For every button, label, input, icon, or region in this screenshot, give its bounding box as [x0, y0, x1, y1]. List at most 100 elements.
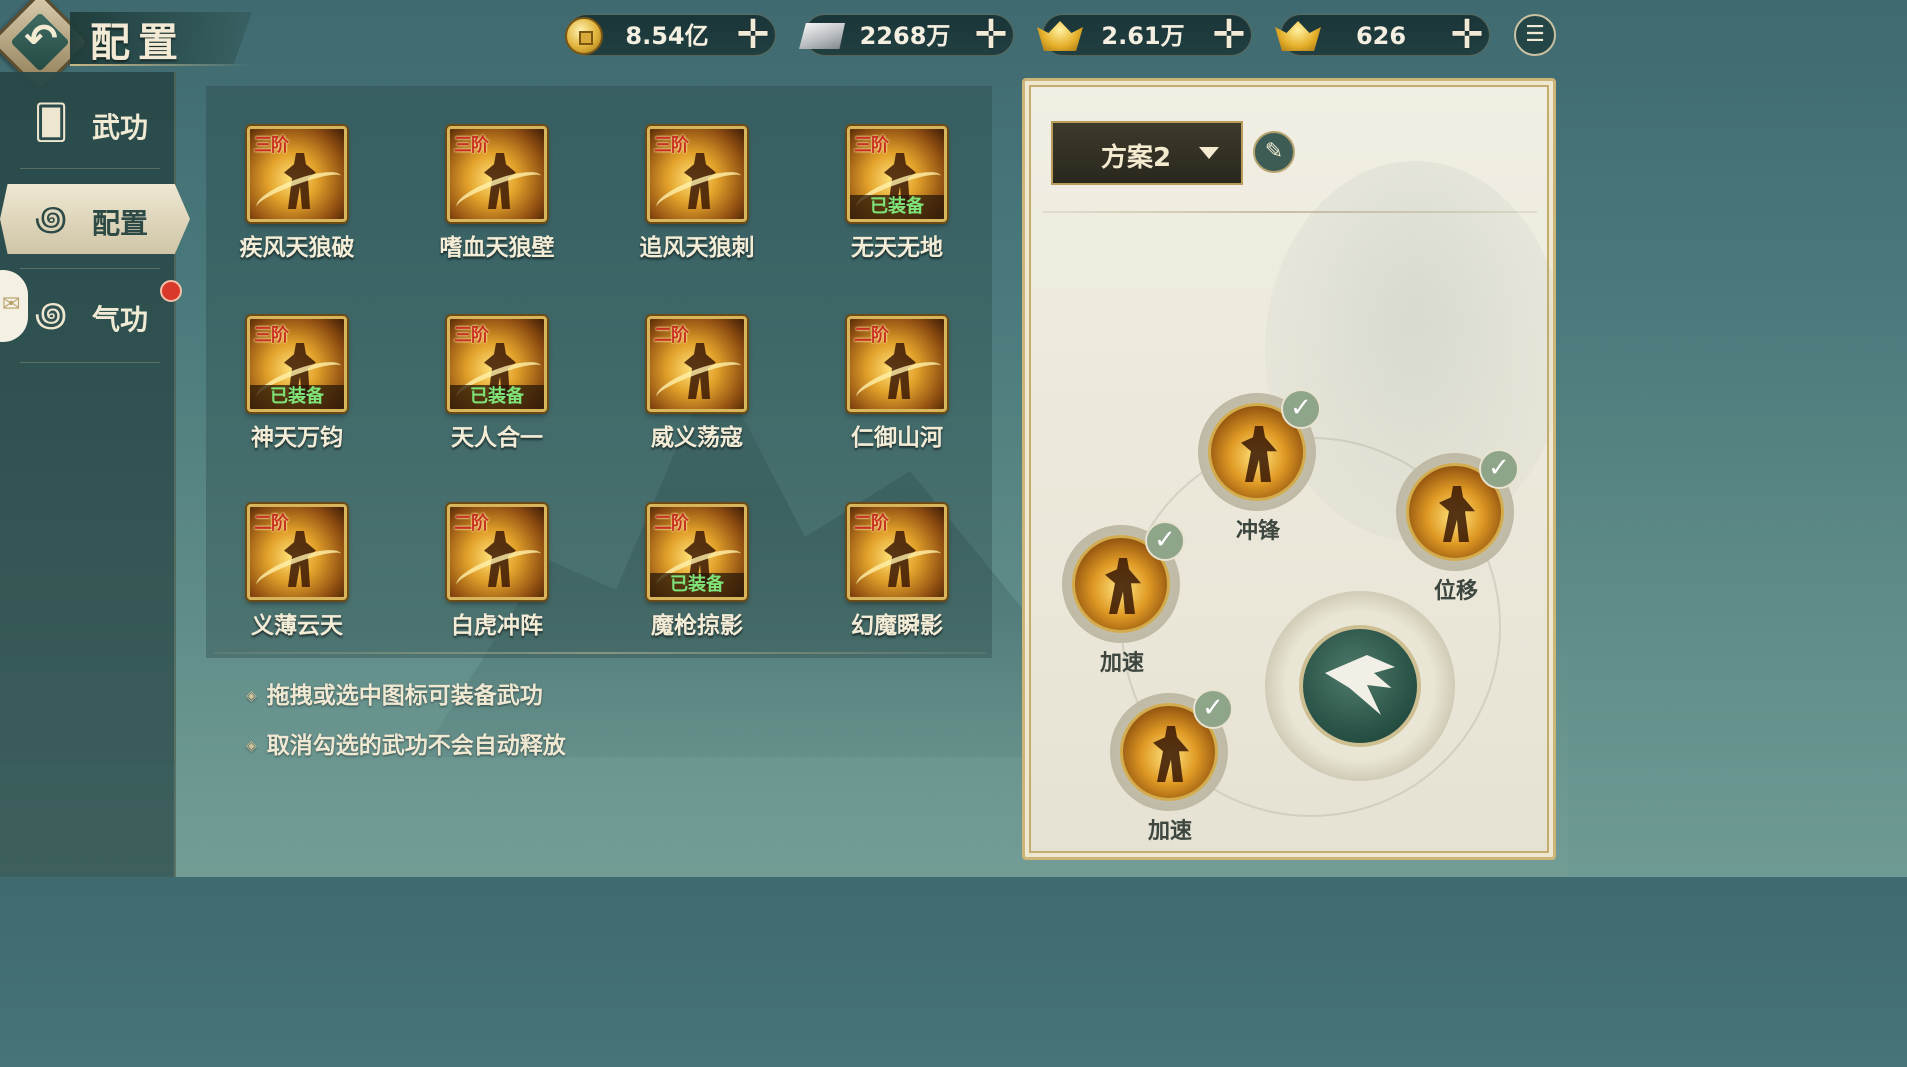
- skill-card[interactable]: 二阶 已装备 魔枪掠影: [616, 504, 776, 654]
- back-arrow-icon[interactable]: ↶: [18, 16, 64, 62]
- diamond-icon: ◈: [246, 738, 257, 754]
- plus-icon[interactable]: ✛: [971, 15, 1011, 56]
- skill-name: 无天无地: [851, 235, 943, 261]
- sidebar-item-peizhi[interactable]: ꩜ 配置: [0, 184, 190, 254]
- skill-card[interactable]: 二阶 仁御山河: [816, 316, 976, 466]
- diamond-icon: ◈: [246, 688, 257, 704]
- skill-rank: 三阶: [254, 325, 289, 346]
- skill-slot-speed-1[interactable]: ✓ 加速: [1057, 521, 1187, 676]
- check-icon[interactable]: ✓: [1479, 449, 1519, 489]
- skill-card[interactable]: 三阶 嗜血天狼壁: [416, 126, 576, 276]
- skill-slot-speed-2[interactable]: ✓ 加速: [1105, 689, 1235, 844]
- sidebar-item-wugong[interactable]: 🂠 武功: [0, 88, 176, 158]
- skill-icon: 二阶: [247, 504, 347, 600]
- tip-text: 取消勾选的武功不会自动释放: [266, 733, 566, 759]
- scheme-value: 方案2: [1101, 143, 1172, 173]
- skill-icon: 二阶 已装备: [647, 504, 747, 600]
- skill-name: 仁御山河: [851, 425, 943, 451]
- edge-tab-icon: ✉: [2, 292, 21, 317]
- plus-icon[interactable]: ✛: [733, 15, 773, 56]
- skill-card[interactable]: 三阶 疾风天狼破: [216, 126, 376, 276]
- sword-attack-icon: [1299, 625, 1421, 747]
- cards-icon: 🂠: [33, 103, 69, 143]
- skill-card[interactable]: 三阶 已装备 神天万钧: [216, 316, 376, 466]
- currency-copper: 8.54亿 ✛: [565, 14, 776, 56]
- skill-name: 嗜血天狼壁: [439, 235, 555, 261]
- plus-icon[interactable]: ✛: [1209, 15, 1249, 56]
- skill-name: 追风天狼刺: [639, 235, 755, 261]
- sidebar-divider: [20, 268, 160, 269]
- list-menu-icon[interactable]: ☰: [1514, 14, 1556, 56]
- page-title: 配置: [90, 19, 186, 66]
- skill-name: 威义荡寇: [651, 425, 743, 451]
- skill-slot-charge[interactable]: ✓ 冲锋: [1193, 389, 1323, 544]
- skill-icon: 三阶 已装备: [847, 126, 947, 222]
- skill-card[interactable]: 二阶 义薄云天: [216, 504, 376, 654]
- equipped-label: 已装备: [250, 385, 344, 409]
- skill-card[interactable]: 三阶 追风天狼刺: [616, 126, 776, 276]
- skill-rank: 三阶: [454, 325, 489, 346]
- tip-text: 拖拽或选中图标可装备武功: [266, 683, 543, 709]
- currency-silver: 2268万 ✛: [799, 14, 1014, 56]
- tip-line: ◈ 取消勾选的武功不会自动释放: [246, 726, 566, 760]
- skill-card[interactable]: 二阶 威义荡寇: [616, 316, 776, 466]
- currency-value: 2.61万: [1101, 22, 1185, 50]
- skill-slot-displace[interactable]: ✓ 位移: [1391, 449, 1521, 604]
- check-icon[interactable]: ✓: [1281, 389, 1321, 429]
- skill-card[interactable]: 二阶 幻魔瞬影: [816, 504, 976, 654]
- skill-rank: 二阶: [254, 513, 289, 534]
- skill-name: 神天万钧: [251, 425, 343, 451]
- tip-line: ◈ 拖拽或选中图标可装备武功: [246, 676, 543, 710]
- chevron-down-icon: [1199, 147, 1219, 159]
- skill-card[interactable]: 三阶 已装备 无天无地: [816, 126, 976, 276]
- plus-icon[interactable]: ✛: [1447, 15, 1487, 56]
- scheme-dropdown[interactable]: 方案2: [1051, 121, 1243, 185]
- skill-icon: 三阶: [647, 126, 747, 222]
- silver-ingot-icon: [797, 11, 847, 61]
- currency-value: 626: [1355, 22, 1407, 50]
- check-icon[interactable]: ✓: [1145, 521, 1185, 561]
- sidebar: 🂠 武功 ꩜ 配置 ꩜ 气功: [0, 72, 190, 877]
- sidebar-item-label: 武功: [92, 111, 149, 144]
- grid-divider: [214, 652, 986, 654]
- slot-label: 加速: [1147, 819, 1192, 844]
- skill-rank: 三阶: [254, 135, 289, 156]
- skill-card[interactable]: 三阶 已装备 天人合一: [416, 316, 576, 466]
- currency-bound-gold: 2.61万 ✛: [1037, 14, 1252, 56]
- skill-icon: 二阶: [447, 504, 547, 600]
- currency-value: 2268万: [859, 22, 951, 50]
- skill-name: 疾风天狼破: [239, 235, 355, 261]
- skill-card[interactable]: 二阶 白虎冲阵: [416, 504, 576, 654]
- panel-divider: [1043, 211, 1537, 213]
- swirl-icon: ꩜: [34, 199, 68, 239]
- sidebar-item-label: 配置: [92, 207, 149, 240]
- attack-button[interactable]: [1265, 591, 1455, 781]
- skill-icon: 二阶: [647, 316, 747, 412]
- currency-value: 8.54亿: [625, 22, 709, 50]
- skill-icon: 二阶: [847, 504, 947, 600]
- skill-rank: 三阶: [654, 135, 689, 156]
- sidebar-divider: [20, 362, 160, 363]
- notification-badge: [160, 280, 182, 302]
- skill-icon: 二阶: [847, 316, 947, 412]
- bound-gold-ingot-icon: [1035, 11, 1085, 61]
- equipped-label: 已装备: [450, 385, 544, 409]
- skill-rank: 二阶: [854, 513, 889, 534]
- skill-icon: 三阶: [247, 126, 347, 222]
- check-icon[interactable]: ✓: [1193, 689, 1233, 729]
- skill-name: 白虎冲阵: [451, 613, 543, 639]
- skill-rank: 三阶: [454, 135, 489, 156]
- equipped-label: 已装备: [850, 195, 944, 219]
- copper-coin-icon: [559, 11, 609, 61]
- equipped-label: 已装备: [650, 573, 744, 597]
- config-panel: 方案2 ✎ ✓ 冲锋 ✓ 位移 ✓ 加速 ✓ 加速: [1022, 78, 1556, 860]
- slot-label: 冲锋: [1235, 519, 1280, 544]
- title-underline: [70, 64, 250, 66]
- currency-gold: 626 ✛: [1275, 14, 1490, 56]
- skill-name: 天人合一: [451, 425, 543, 451]
- skill-rank: 二阶: [454, 513, 489, 534]
- edit-icon[interactable]: ✎: [1253, 131, 1295, 173]
- sidebar-divider: [20, 168, 160, 169]
- slot-label: 加速: [1099, 651, 1144, 676]
- skill-name: 义薄云天: [251, 613, 343, 639]
